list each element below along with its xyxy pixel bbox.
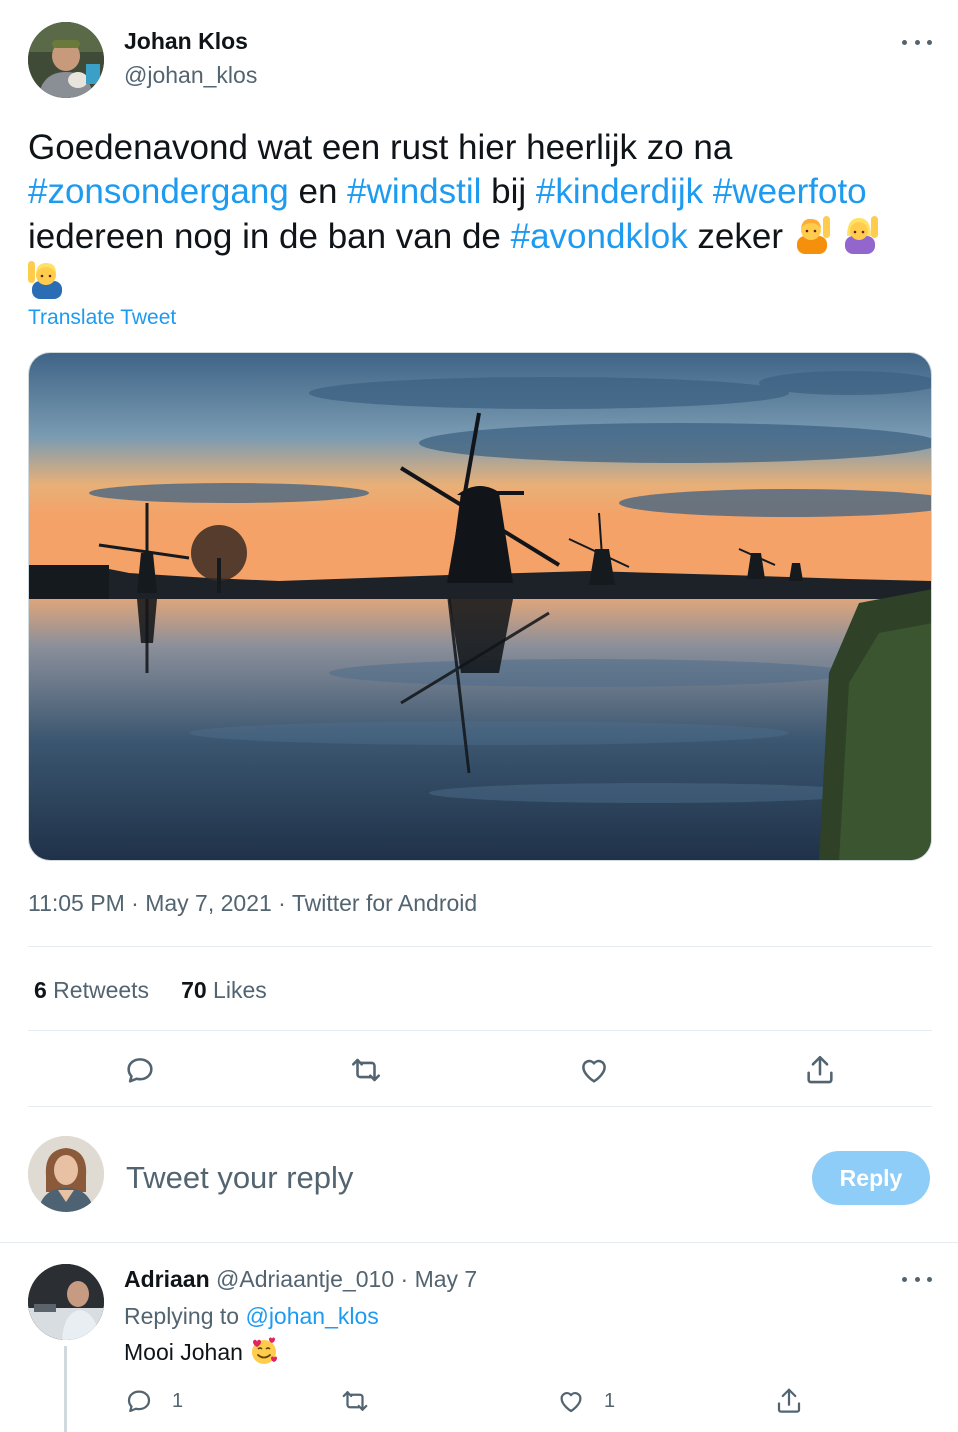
man-raising-hand-icon	[28, 261, 62, 299]
retweets-count: 6	[34, 977, 47, 1003]
tweet-time[interactable]: 11:05 PM	[28, 890, 125, 916]
author-avatar-image	[28, 22, 104, 98]
likes-count: 70	[181, 977, 207, 1003]
like-icon	[560, 1392, 582, 1413]
reply-more-options-icon[interactable]	[902, 1269, 932, 1289]
author-handle[interactable]: @johan_klos	[124, 62, 257, 89]
reply-button[interactable]: Reply	[812, 1151, 930, 1205]
replying-to: Replying to @johan_klos	[124, 1303, 379, 1330]
tweet-text-segment: en	[288, 172, 348, 211]
share-icon[interactable]	[798, 1048, 842, 1092]
more-options-icon[interactable]	[902, 32, 932, 52]
woman-raising-hand-icon	[844, 216, 878, 254]
hashtag-link[interactable]: #zonsondergang	[28, 172, 289, 211]
like-icon[interactable]	[572, 1048, 616, 1092]
thread-line	[64, 1346, 67, 1432]
author-avatar[interactable]	[28, 22, 104, 98]
reply-retweet-action[interactable]	[340, 1386, 370, 1416]
tweet-text-segment: bij	[481, 172, 536, 211]
retweet-icon[interactable]	[344, 1048, 388, 1092]
hashtag-link[interactable]: #avondklok	[511, 217, 688, 256]
translate-tweet-link[interactable]: Translate Tweet	[28, 306, 176, 330]
tweet-text: Goedenavond wat een rust hier heerlijk z…	[28, 126, 938, 304]
share-icon	[777, 1388, 801, 1413]
hashtag-link[interactable]: #weerfoto	[713, 172, 867, 211]
divider	[28, 1030, 932, 1031]
reply-header: Adriaan @Adriaantje_010 · May 7	[124, 1266, 477, 1293]
reply-reply-action[interactable]: 1	[124, 1386, 183, 1416]
likes-stat[interactable]: 70 Likes	[181, 977, 267, 1004]
tweet-text-segment: iedereen nog in de ban van de	[28, 217, 511, 256]
reply-text-content: Mooi Johan	[124, 1339, 243, 1365]
tweet-date[interactable]: May 7, 2021	[145, 890, 272, 916]
retweet-icon	[342, 1391, 368, 1411]
hashtag-link[interactable]: #windstil	[347, 172, 481, 211]
reply-author-avatar-image	[28, 1264, 104, 1340]
divider	[28, 1106, 932, 1107]
tweet-text-segment: zeker	[687, 217, 793, 256]
replying-to-label: Replying to	[124, 1303, 246, 1329]
reply-icon	[127, 1390, 151, 1413]
reply-date[interactable]: May 7	[415, 1266, 478, 1292]
meta-separator: ·	[124, 890, 146, 916]
retweets-label: Retweets	[46, 977, 150, 1003]
reply-author-name[interactable]: Adriaan	[124, 1266, 210, 1292]
reply-author-avatar[interactable]	[28, 1264, 104, 1340]
mention-link[interactable]: @johan_klos	[245, 1303, 378, 1329]
reply-text: Mooi Johan	[124, 1336, 279, 1366]
divider	[28, 946, 932, 947]
like-count: 1	[604, 1389, 616, 1412]
section-divider	[0, 1242, 958, 1243]
tweet-source[interactable]: Twitter for Android	[292, 890, 477, 916]
smiling-face-with-hearts-icon	[251, 1337, 277, 1364]
tweet-text-segment: Goedenavond wat een rust hier heerlijk z…	[28, 128, 733, 167]
reply-like-action[interactable]: 1	[556, 1386, 615, 1416]
meta-separator: ·	[394, 1266, 415, 1292]
current-user-avatar-image	[28, 1136, 104, 1212]
reply-author-handle[interactable]: @Adriaantje_010	[210, 1266, 394, 1292]
meta-separator: ·	[271, 890, 292, 916]
reply-share-action[interactable]	[774, 1386, 804, 1416]
reply-input[interactable]	[112, 1150, 792, 1206]
tweet-stats: 6 Retweets 70 Likes	[34, 977, 267, 1004]
tweet-photo[interactable]	[28, 352, 932, 861]
current-user-avatar[interactable]	[28, 1136, 104, 1212]
reply-icon[interactable]	[118, 1048, 162, 1092]
windmill-sunset-photo	[29, 353, 931, 860]
likes-label: Likes	[206, 977, 267, 1003]
author-name[interactable]: Johan Klos	[124, 28, 248, 55]
tweet-meta: 11:05 PM · May 7, 2021 · Twitter for And…	[28, 890, 477, 917]
person-raising-hand-icon	[796, 216, 830, 254]
reply-count: 1	[172, 1389, 184, 1412]
hashtag-link[interactable]: #kinderdijk	[536, 172, 703, 211]
retweets-stat[interactable]: 6 Retweets	[34, 977, 149, 1004]
tweet-text-segment	[703, 172, 713, 211]
